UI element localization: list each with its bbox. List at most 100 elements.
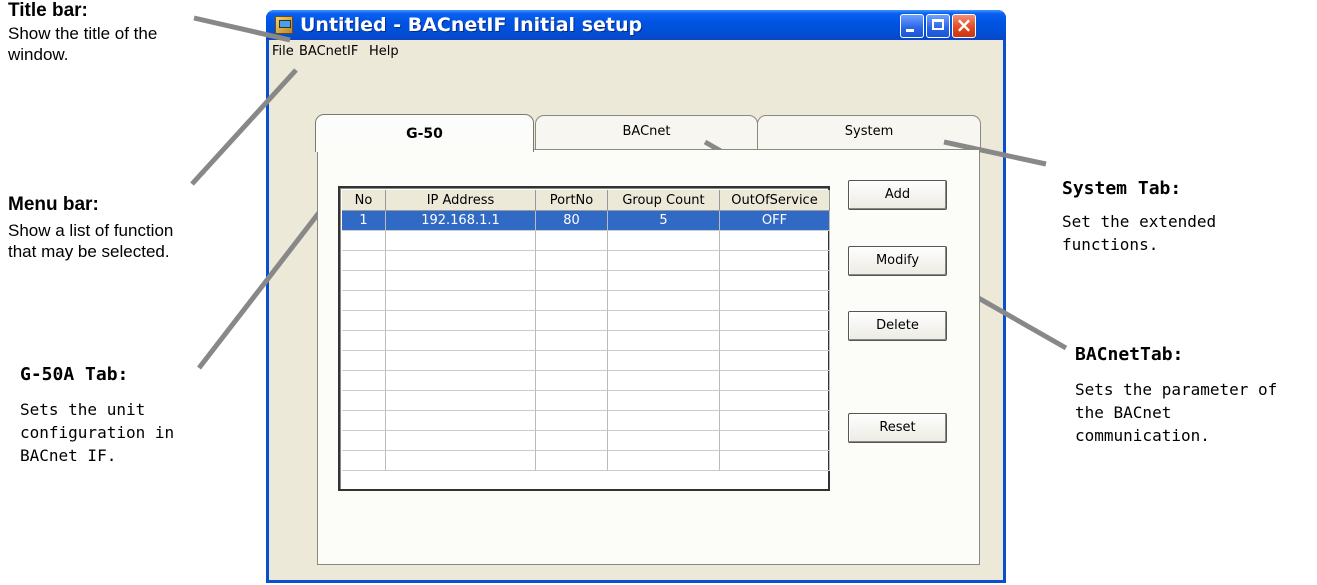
empty-cell[interactable] (720, 331, 830, 351)
empty-cell[interactable] (386, 371, 536, 391)
empty-cell[interactable] (342, 431, 386, 451)
empty-cell[interactable] (342, 391, 386, 411)
window-title: Untitled - BACnetIF Initial setup (300, 14, 643, 36)
empty-cell[interactable] (386, 391, 536, 411)
annotation-line: Set the extended (1062, 212, 1217, 231)
empty-cell[interactable] (536, 351, 608, 371)
add-button[interactable]: Add (848, 180, 947, 210)
menu-bacnetif[interactable]: BACnetIF (299, 44, 358, 59)
annotation-line: Show a list of function (8, 221, 174, 240)
empty-cell[interactable] (608, 391, 720, 411)
annotation-line: window. (8, 45, 69, 64)
empty-cell[interactable] (386, 251, 536, 271)
maximize-icon (932, 19, 944, 30)
empty-cell[interactable] (720, 231, 830, 251)
maximize-button[interactable] (926, 14, 950, 38)
empty-cell[interactable] (608, 431, 720, 451)
empty-cell[interactable] (386, 291, 536, 311)
annotation-line: Show the title of the (8, 24, 158, 43)
empty-cell[interactable] (536, 391, 608, 411)
empty-cell[interactable] (342, 291, 386, 311)
empty-cell[interactable] (608, 411, 720, 431)
empty-cell[interactable] (342, 331, 386, 351)
app-icon[interactable] (275, 16, 293, 34)
annotation-line: Sets the parameter of (1075, 380, 1278, 399)
empty-cell[interactable] (536, 271, 608, 291)
bacnet-tab-annotation-text: Sets the parameter of the BACnet communi… (1075, 378, 1277, 447)
empty-cell[interactable] (536, 311, 608, 331)
empty-cell[interactable] (720, 351, 830, 371)
empty-cell[interactable] (720, 291, 830, 311)
column-header[interactable]: No (342, 190, 386, 211)
empty-cell[interactable] (720, 371, 830, 391)
empty-cell[interactable] (608, 311, 720, 331)
empty-cell[interactable] (536, 291, 608, 311)
empty-cell[interactable] (386, 231, 536, 251)
empty-cell[interactable] (608, 371, 720, 391)
column-header[interactable]: Group Count (608, 190, 720, 211)
empty-cell[interactable] (536, 451, 608, 471)
tab-system[interactable]: System (757, 115, 981, 149)
table-cell[interactable]: 80 (536, 211, 608, 231)
empty-cell[interactable] (342, 311, 386, 331)
empty-cell[interactable] (608, 331, 720, 351)
delete-button[interactable]: Delete (848, 311, 947, 341)
reset-button[interactable]: Reset (848, 413, 947, 443)
minimize-icon (906, 29, 914, 32)
g50a-tab-annotation-heading: G-50A Tab: (20, 364, 129, 385)
table-cell[interactable]: OFF (720, 211, 830, 231)
empty-cell[interactable] (536, 371, 608, 391)
empty-cell[interactable] (608, 271, 720, 291)
column-header[interactable]: OutOfService (720, 190, 830, 211)
empty-cell[interactable] (608, 231, 720, 251)
menu-bar-annotation-heading: Menu bar: (8, 194, 99, 215)
empty-cell[interactable] (386, 351, 536, 371)
column-header[interactable]: IP Address (386, 190, 536, 211)
empty-cell[interactable] (720, 391, 830, 411)
empty-cell[interactable] (536, 231, 608, 251)
annotation-line: communication. (1075, 426, 1210, 445)
empty-cell[interactable] (720, 411, 830, 431)
empty-cell[interactable] (720, 251, 830, 271)
close-button[interactable]: × (952, 13, 976, 38)
empty-cell[interactable] (536, 331, 608, 351)
empty-cell[interactable] (342, 231, 386, 251)
empty-cell[interactable] (608, 291, 720, 311)
table-cell[interactable]: 1 (342, 211, 386, 231)
table-cell[interactable]: 192.168.1.1 (386, 211, 536, 231)
empty-cell[interactable] (720, 271, 830, 291)
tab-bacnet[interactable]: BACnet (535, 115, 758, 149)
empty-cell[interactable] (720, 451, 830, 471)
column-header[interactable]: PortNo (536, 190, 608, 211)
menu-help[interactable]: Help (369, 44, 399, 59)
empty-cell[interactable] (720, 311, 830, 331)
title-bar[interactable]: Untitled - BACnetIF Initial setup × (266, 10, 1006, 40)
modify-button[interactable]: Modify (848, 246, 947, 276)
empty-cell[interactable] (342, 451, 386, 471)
empty-cell[interactable] (386, 431, 536, 451)
empty-cell[interactable] (386, 331, 536, 351)
minimize-button[interactable] (900, 14, 924, 38)
empty-cell[interactable] (536, 411, 608, 431)
empty-cell[interactable] (386, 311, 536, 331)
empty-cell[interactable] (342, 271, 386, 291)
empty-cell[interactable] (536, 431, 608, 451)
empty-cell[interactable] (342, 371, 386, 391)
empty-cell[interactable] (342, 351, 386, 371)
annotation-line: BACnet IF. (20, 446, 117, 465)
empty-cell[interactable] (386, 411, 536, 431)
empty-cell[interactable] (386, 451, 536, 471)
empty-cell[interactable] (608, 251, 720, 271)
empty-cell[interactable] (342, 251, 386, 271)
menu-bar-annotation-text: Show a list of function that may be sele… (8, 220, 173, 262)
empty-cell[interactable] (386, 271, 536, 291)
empty-cell[interactable] (608, 451, 720, 471)
tab-g50[interactable]: G-50 (315, 114, 534, 152)
table-cell[interactable]: 5 (608, 211, 720, 231)
empty-cell[interactable] (608, 351, 720, 371)
menu-file[interactable]: File (272, 44, 294, 59)
empty-cell[interactable] (342, 411, 386, 431)
empty-cell[interactable] (720, 431, 830, 451)
empty-cell[interactable] (536, 251, 608, 271)
unit-table[interactable]: No IP Address PortNo Group Count OutOfServic… (338, 186, 830, 491)
